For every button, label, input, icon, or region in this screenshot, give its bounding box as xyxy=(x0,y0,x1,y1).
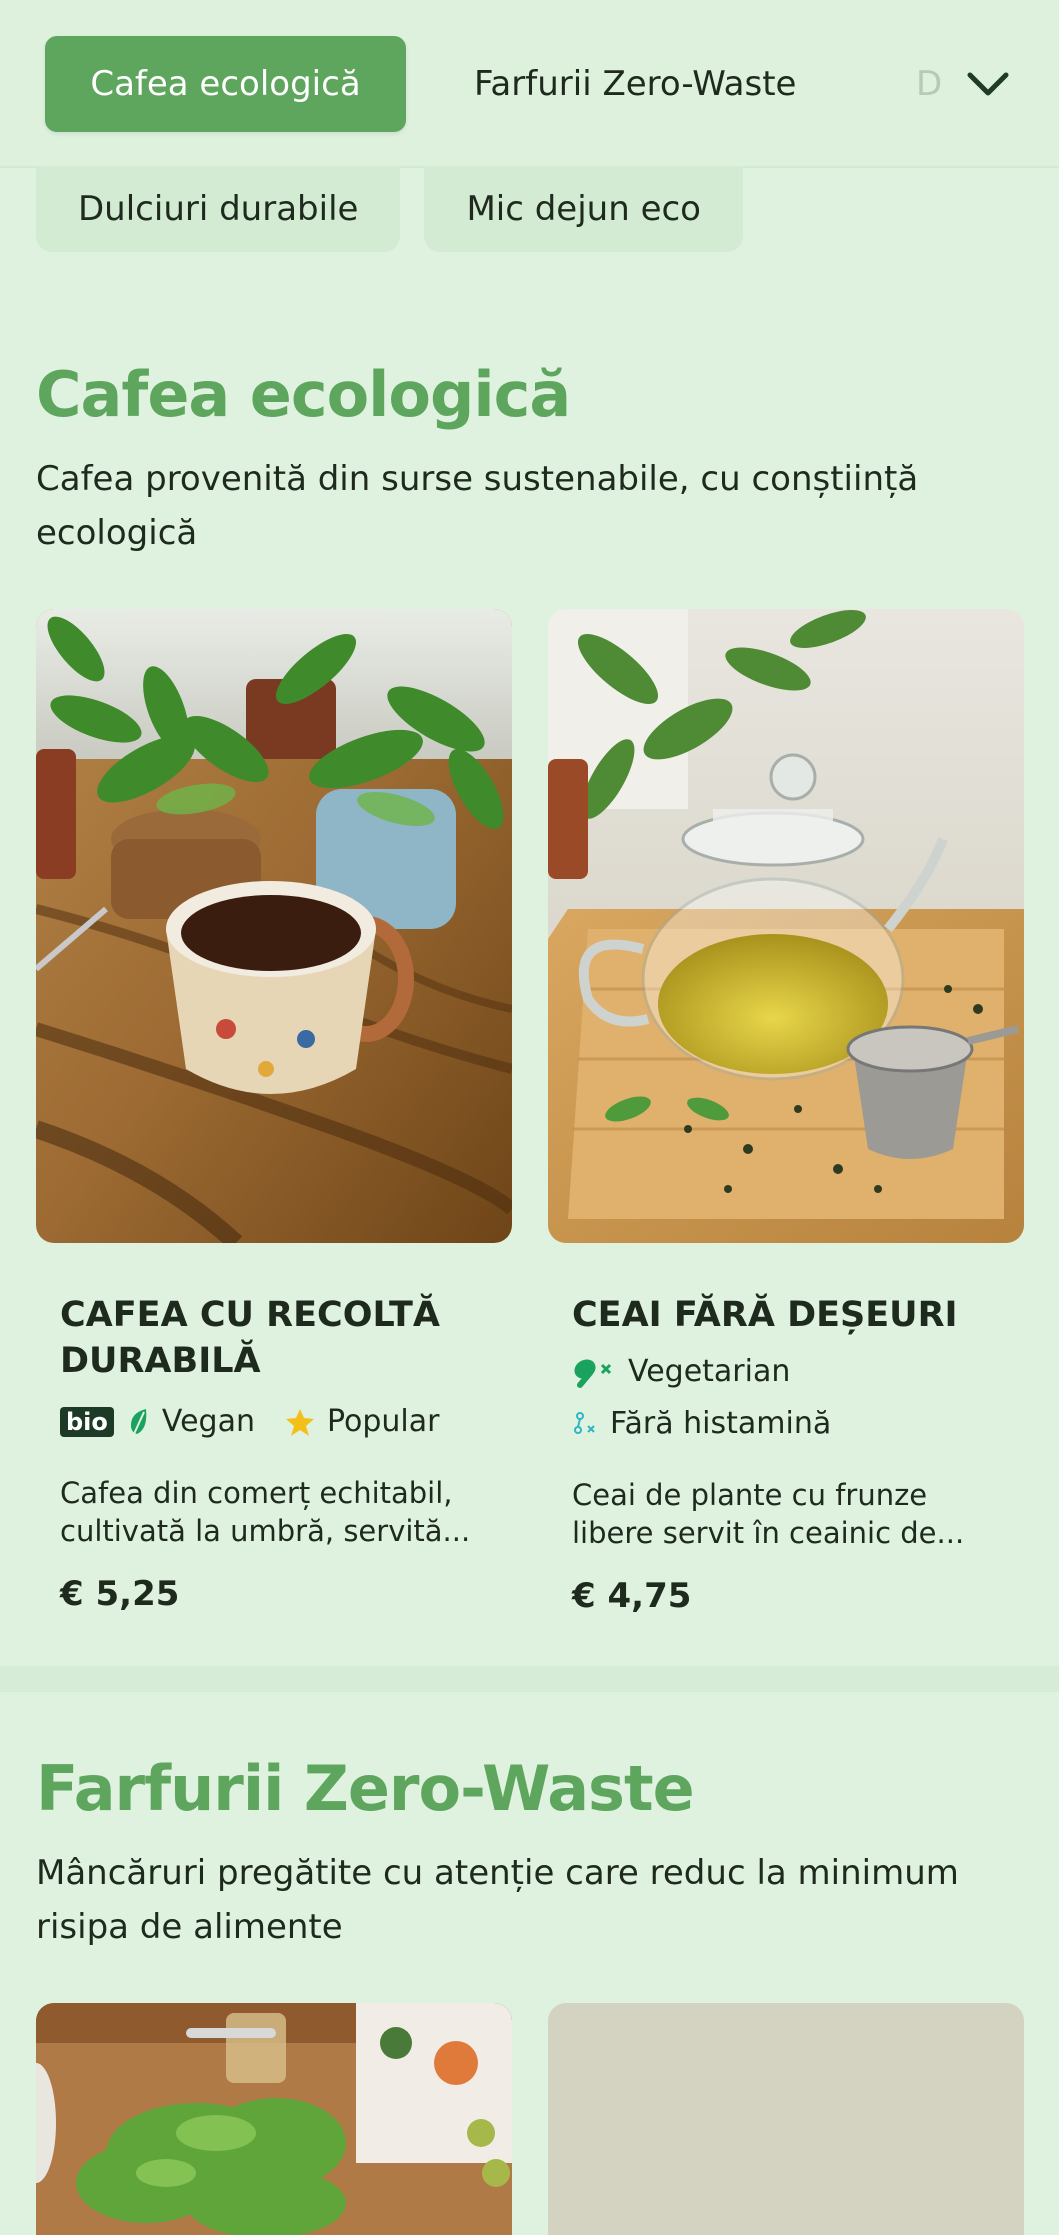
molecule-icon xyxy=(572,1410,598,1438)
product-tags: Fără histamină xyxy=(572,1406,831,1441)
category-chips: Dulciuri durabile Mic dejun eco xyxy=(36,166,743,252)
product-price: € 5,25 xyxy=(60,1574,180,1614)
chevron-down-icon[interactable] xyxy=(960,60,1016,108)
section-divider xyxy=(0,1666,1059,1692)
tab-label: D xyxy=(916,64,943,104)
tab-label: Farfurii Zero-Waste xyxy=(474,64,797,104)
tag-popular: Popular xyxy=(327,1404,440,1439)
product-image-salad[interactable] xyxy=(36,2003,512,2235)
product-description: Cafea din comerț echitabil, cultivată la… xyxy=(60,1476,471,1548)
tag-histamine-free: Fără histamină xyxy=(610,1406,832,1441)
tag-vegetarian: Vegetarian xyxy=(628,1354,791,1389)
category-nav: Cafea ecologică Farfurii Zero-Waste D xyxy=(0,0,1059,168)
chip-mic-dejun-eco[interactable]: Mic dejun eco xyxy=(424,166,743,252)
product-name[interactable]: CAFEA CU RECOLTĂ DURABILĂ xyxy=(60,1292,480,1384)
tab-dulciuri-partial[interactable]: D xyxy=(916,36,956,132)
product-image-tea[interactable] xyxy=(548,609,1024,1243)
drumstick-no-meat-icon xyxy=(572,1355,614,1389)
tab-label: Cafea ecologică xyxy=(90,64,361,104)
chip-dulciuri-durabile[interactable]: Dulciuri durabile xyxy=(36,166,401,252)
product-image-placeholder[interactable] xyxy=(548,2003,1024,2235)
section-title: Farfurii Zero-Waste xyxy=(36,1752,695,1825)
leaf-icon xyxy=(128,1407,150,1437)
tag-vegan: Vegan xyxy=(161,1404,255,1439)
bio-badge: bio xyxy=(60,1406,114,1437)
star-icon xyxy=(285,1407,315,1437)
tab-farfurii-zero-waste[interactable]: Farfurii Zero-Waste xyxy=(474,36,796,132)
section-description: Cafea provenită din surse sustenabile, c… xyxy=(36,459,919,553)
section-description: Mâncăruri pregătite cu atenție care redu… xyxy=(36,1853,959,1947)
product-tags: Vegetarian xyxy=(572,1354,790,1389)
product-tags: bio Vegan Popular xyxy=(60,1404,440,1439)
chip-label: Dulciuri durabile xyxy=(78,189,359,229)
section-title: Cafea ecologică xyxy=(36,358,571,431)
tab-cafea-ecologica[interactable]: Cafea ecologică xyxy=(45,36,406,132)
product-price: € 4,75 xyxy=(572,1576,692,1616)
product-description: Ceai de plante cu frunze libere servit î… xyxy=(572,1478,965,1550)
product-image-coffee[interactable] xyxy=(36,609,512,1243)
chip-label: Mic dejun eco xyxy=(466,189,701,229)
product-name[interactable]: CEAI FĂRĂ DEȘEURI xyxy=(572,1292,992,1338)
